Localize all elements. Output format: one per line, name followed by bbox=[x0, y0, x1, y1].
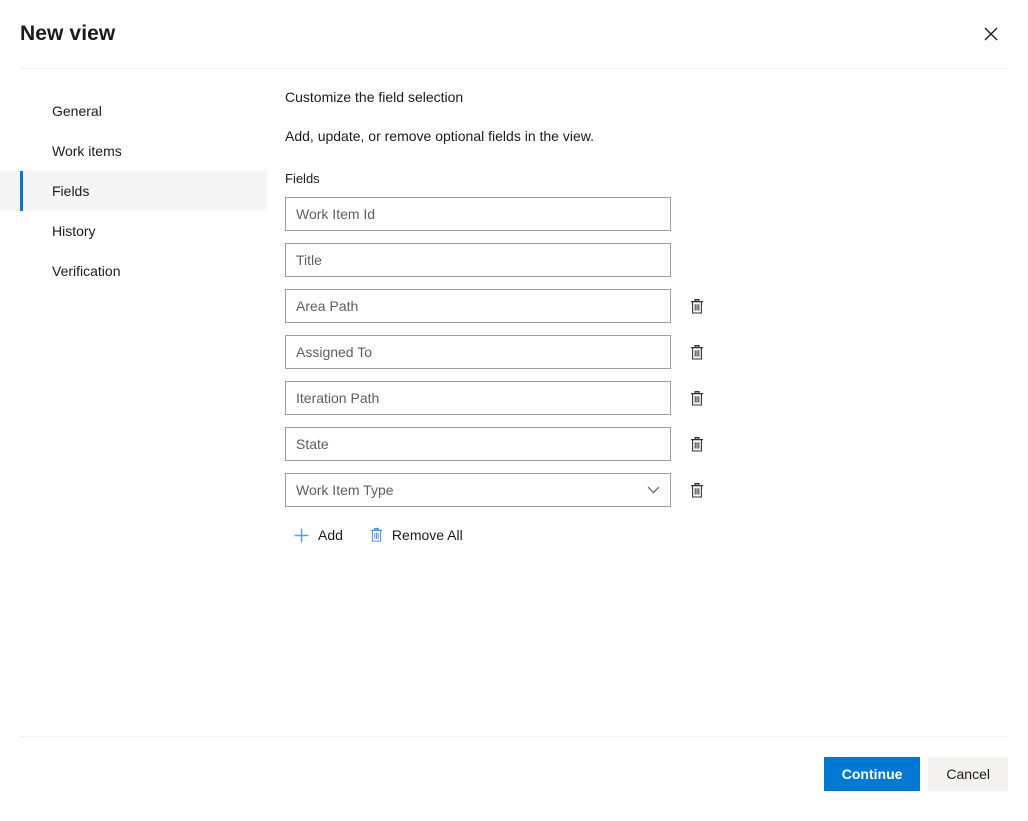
remove-all-label: Remove All bbox=[392, 527, 463, 543]
sidebar-item-fields[interactable]: Fields bbox=[0, 171, 267, 211]
field-value: Work Item Type bbox=[296, 482, 641, 498]
new-view-dialog: New view General Work items Fields Histo… bbox=[0, 0, 1028, 821]
sidebar-item-label: Verification bbox=[52, 263, 120, 279]
fields-panel: Customize the field selection Add, updat… bbox=[267, 69, 1028, 736]
field-input-work-item-id[interactable]: Work Item Id bbox=[285, 197, 671, 231]
sidebar-item-label: History bbox=[52, 223, 96, 239]
sidebar-item-general[interactable]: General bbox=[0, 91, 267, 131]
sidebar-item-label: General bbox=[52, 103, 102, 119]
fields-list-label: Fields bbox=[285, 170, 1028, 188]
page-title: New view bbox=[20, 22, 115, 46]
add-field-button[interactable]: Add bbox=[285, 519, 351, 551]
field-value: Area Path bbox=[296, 298, 660, 314]
field-input-area-path[interactable]: Area Path bbox=[285, 289, 671, 323]
chevron-down-icon[interactable] bbox=[647, 486, 660, 494]
field-value: Assigned To bbox=[296, 344, 660, 360]
field-row: Assigned To bbox=[285, 335, 1028, 369]
delete-placeholder bbox=[681, 198, 713, 230]
field-value: State bbox=[296, 436, 660, 452]
field-row: Iteration Path bbox=[285, 381, 1028, 415]
trash-icon[interactable] bbox=[681, 382, 713, 414]
sidebar-item-history[interactable]: History bbox=[0, 211, 267, 251]
field-value: Work Item Id bbox=[296, 206, 660, 222]
section-heading: Customize the field selection bbox=[285, 87, 1028, 107]
delete-placeholder bbox=[681, 244, 713, 276]
field-value: Title bbox=[296, 252, 660, 268]
trash-icon[interactable] bbox=[681, 428, 713, 460]
field-row: Area Path bbox=[285, 289, 1028, 323]
trash-icon[interactable] bbox=[681, 474, 713, 506]
cancel-button[interactable]: Cancel bbox=[928, 757, 1008, 791]
dialog-footer: Continue Cancel bbox=[0, 736, 1028, 821]
field-value: Iteration Path bbox=[296, 390, 660, 406]
sidebar-item-label: Fields bbox=[52, 183, 89, 199]
sidebar-item-verification[interactable]: Verification bbox=[0, 251, 267, 291]
remove-all-button[interactable]: Remove All bbox=[361, 519, 471, 551]
field-row: Work Item Type bbox=[285, 473, 1028, 507]
plus-icon bbox=[293, 527, 310, 544]
field-input-work-item-type[interactable]: Work Item Type bbox=[285, 473, 671, 507]
field-row: Title bbox=[285, 243, 1028, 277]
dialog-body: General Work items Fields History Verifi… bbox=[0, 69, 1028, 736]
sidebar-item-label: Work items bbox=[52, 143, 122, 159]
add-field-label: Add bbox=[318, 527, 343, 543]
fields-command-bar: Add Remove All bbox=[285, 519, 1028, 551]
field-row: State bbox=[285, 427, 1028, 461]
continue-button[interactable]: Continue bbox=[824, 757, 921, 791]
sidebar-nav: General Work items Fields History Verifi… bbox=[0, 69, 267, 736]
field-input-title[interactable]: Title bbox=[285, 243, 671, 277]
sidebar-item-work-items[interactable]: Work items bbox=[0, 131, 267, 171]
trash-icon[interactable] bbox=[681, 290, 713, 322]
close-icon[interactable] bbox=[974, 17, 1008, 51]
fields-list: Work Item Id Title Area Path bbox=[285, 197, 1028, 507]
field-row: Work Item Id bbox=[285, 197, 1028, 231]
field-input-iteration-path[interactable]: Iteration Path bbox=[285, 381, 671, 415]
section-description: Add, update, or remove optional fields i… bbox=[285, 126, 1028, 146]
dialog-header: New view bbox=[0, 0, 1028, 68]
trash-icon[interactable] bbox=[681, 336, 713, 368]
footer-actions: Continue Cancel bbox=[0, 737, 1028, 791]
field-input-assigned-to[interactable]: Assigned To bbox=[285, 335, 671, 369]
trash-icon bbox=[369, 527, 384, 543]
field-input-state[interactable]: State bbox=[285, 427, 671, 461]
